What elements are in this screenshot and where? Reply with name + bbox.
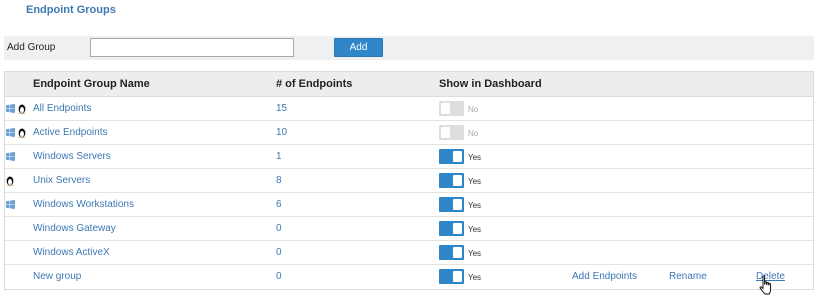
toggle-knob bbox=[453, 151, 462, 162]
endpoint-count-link[interactable]: 6 bbox=[276, 199, 282, 210]
group-name-link[interactable]: Unix Servers bbox=[33, 175, 90, 186]
toggle-knob bbox=[453, 223, 462, 234]
dashboard-toggle-label: Yes bbox=[468, 249, 482, 258]
endpoint-count-link[interactable]: 10 bbox=[276, 127, 287, 138]
toggle-knob bbox=[441, 103, 450, 114]
toggle-knob bbox=[441, 127, 450, 138]
dashboard-toggle[interactable] bbox=[439, 173, 464, 188]
dashboard-toggle-label: Yes bbox=[468, 153, 482, 162]
endpoint-count-link[interactable]: 0 bbox=[276, 223, 282, 234]
dashboard-toggle[interactable] bbox=[439, 125, 464, 140]
group-name-link[interactable]: Windows Workstations bbox=[33, 199, 134, 210]
column-header-dashboard: Show in Dashboard bbox=[439, 78, 542, 90]
table-row: New group 0 Yes Add Endpoints Rename Del… bbox=[5, 265, 813, 289]
dashboard-toggle[interactable] bbox=[439, 149, 464, 164]
add-button[interactable]: Add bbox=[334, 38, 383, 57]
column-header-count: # of Endpoints bbox=[276, 78, 353, 90]
dashboard-toggle[interactable] bbox=[439, 221, 464, 236]
add-group-input[interactable] bbox=[90, 38, 294, 57]
rename-link[interactable]: Rename bbox=[669, 271, 707, 282]
page-title: Endpoint Groups bbox=[26, 4, 116, 16]
table-row: Unix Servers 8 Yes bbox=[5, 169, 813, 193]
column-header-name: Endpoint Group Name bbox=[33, 78, 150, 90]
toggle-knob bbox=[453, 199, 462, 210]
group-name-link[interactable]: Windows Gateway bbox=[33, 223, 116, 234]
dashboard-toggle[interactable] bbox=[439, 101, 464, 116]
endpoint-groups-table: Endpoint Group Name # of Endpoints Show … bbox=[4, 71, 814, 290]
dashboard-toggle-label: No bbox=[468, 105, 479, 114]
endpoint-count-link[interactable]: 1 bbox=[276, 151, 282, 162]
toggle-knob bbox=[453, 247, 462, 258]
dashboard-toggle-label: Yes bbox=[468, 201, 482, 210]
linux-icon bbox=[18, 104, 26, 114]
add-endpoints-link[interactable]: Add Endpoints bbox=[572, 271, 637, 282]
endpoint-count-link[interactable]: 0 bbox=[276, 247, 282, 258]
windows-icon bbox=[6, 200, 15, 209]
table-row: Windows ActiveX 0 Yes bbox=[5, 241, 813, 265]
group-name-link[interactable]: New group bbox=[33, 271, 81, 282]
table-header: Endpoint Group Name # of Endpoints Show … bbox=[5, 72, 813, 97]
hand-pointer-icon bbox=[759, 275, 772, 295]
group-name-link[interactable]: All Endpoints bbox=[33, 103, 91, 114]
group-name-link[interactable]: Windows ActiveX bbox=[33, 247, 110, 258]
dashboard-toggle[interactable] bbox=[439, 269, 464, 284]
table-row: Windows Gateway 0 Yes bbox=[5, 217, 813, 241]
windows-icon bbox=[6, 104, 15, 113]
toggle-knob bbox=[453, 271, 462, 282]
dashboard-toggle-label: No bbox=[468, 129, 479, 138]
dashboard-toggle[interactable] bbox=[439, 197, 464, 212]
dashboard-toggle-label: Yes bbox=[468, 177, 482, 186]
table-row: Windows Servers 1 Yes bbox=[5, 145, 813, 169]
toggle-knob bbox=[453, 175, 462, 186]
table-row: Active Endpoints 10 No bbox=[5, 121, 813, 145]
table-row: Windows Workstations 6 Yes bbox=[5, 193, 813, 217]
endpoint-count-link[interactable]: 15 bbox=[276, 103, 287, 114]
group-name-link[interactable]: Windows Servers bbox=[33, 151, 111, 162]
add-group-label: Add Group bbox=[7, 42, 56, 53]
endpoint-count-link[interactable]: 8 bbox=[276, 175, 282, 186]
windows-icon bbox=[6, 152, 15, 161]
dashboard-toggle[interactable] bbox=[439, 245, 464, 260]
add-group-bar: Add Group Add bbox=[4, 36, 814, 60]
endpoint-count-link[interactable]: 0 bbox=[276, 271, 282, 282]
linux-icon bbox=[18, 128, 26, 138]
group-name-link[interactable]: Active Endpoints bbox=[33, 127, 108, 138]
table-row: All Endpoints 15 No bbox=[5, 97, 813, 121]
windows-icon bbox=[6, 128, 15, 137]
dashboard-toggle-label: Yes bbox=[468, 273, 482, 282]
dashboard-toggle-label: Yes bbox=[468, 225, 482, 234]
linux-icon bbox=[6, 176, 14, 186]
